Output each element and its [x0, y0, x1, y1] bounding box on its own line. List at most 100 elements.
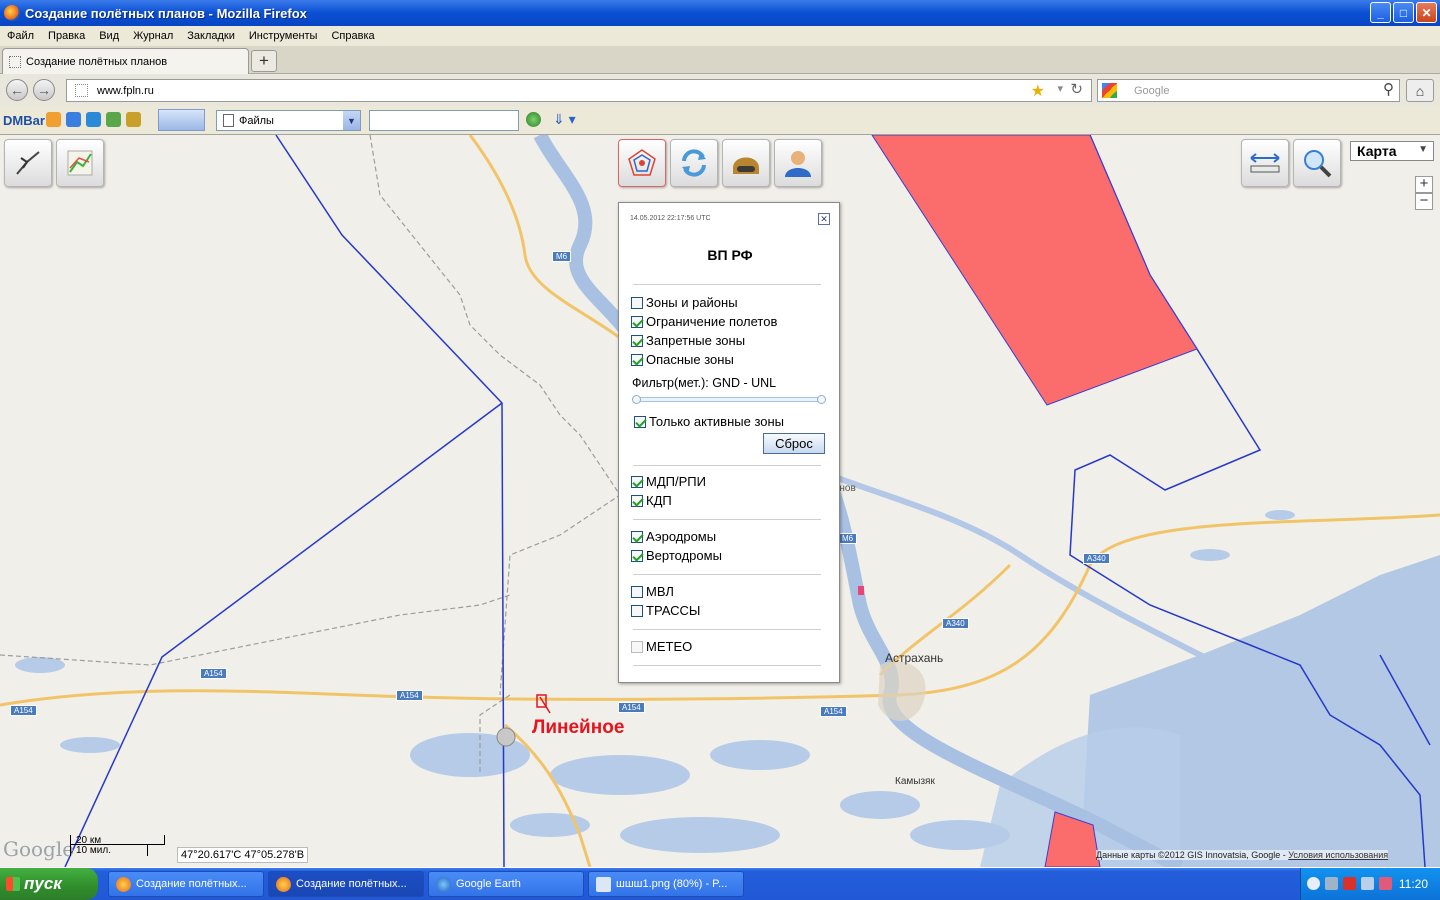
- checkbox-box[interactable]: [631, 604, 643, 617]
- pilot-helmet-button[interactable]: [722, 139, 770, 187]
- checkbox-active-only[interactable]: Только активные зоны: [634, 414, 784, 429]
- tray-expand-icon[interactable]: [1307, 877, 1320, 890]
- marker-label[interactable]: Линейное: [532, 717, 624, 739]
- dmbar-search-input[interactable]: [369, 110, 519, 131]
- checkbox-aerodromes[interactable]: Аэродромы: [631, 529, 716, 544]
- close-button[interactable]: ✕: [1416, 2, 1437, 23]
- search-icon[interactable]: ⚲: [1383, 80, 1394, 98]
- start-button[interactable]: пуск: [0, 868, 98, 900]
- divider: [633, 574, 821, 575]
- taskbar-item-firefox-2[interactable]: Создание полётных...: [268, 871, 424, 897]
- page-icon: [9, 55, 21, 68]
- window-title: Создание полётных планов - Mozilla Firef…: [25, 5, 307, 21]
- checkbox-box[interactable]: [631, 530, 643, 543]
- checkbox-box[interactable]: [631, 315, 643, 328]
- bookmark-star-icon[interactable]: ★: [1031, 81, 1045, 101]
- checkbox-label: Только активные зоны: [649, 414, 785, 429]
- tray-adobe-icon[interactable]: [1343, 877, 1356, 890]
- checkbox-box[interactable]: [631, 640, 643, 653]
- checkbox-mdp-rpi[interactable]: МДП/РПИ: [631, 474, 706, 489]
- chevron-down-icon[interactable]: ▼: [343, 111, 360, 130]
- menu-help[interactable]: Справка: [324, 30, 381, 42]
- minimize-button[interactable]: _: [1370, 2, 1391, 23]
- map-copyright: Данные карты ©2012 GIS Innovatsia, Googl…: [1096, 850, 1389, 860]
- new-tab-button[interactable]: +: [251, 50, 277, 72]
- url-bar[interactable]: www.fpln.ru ★ ▾ ↻: [66, 79, 1092, 102]
- system-tray: 11:20: [1300, 868, 1440, 900]
- terms-link[interactable]: Условия использования: [1288, 850, 1388, 860]
- checkbox-zones-regions[interactable]: Зоны и районы: [631, 295, 738, 310]
- zoom-in-button[interactable]: +: [1415, 176, 1433, 193]
- refresh-button[interactable]: [670, 139, 718, 187]
- checkbox-box[interactable]: [631, 475, 643, 488]
- tab-flight-plans[interactable]: Создание полётных планов: [2, 48, 249, 74]
- checkbox-box[interactable]: [631, 296, 643, 309]
- google-logo[interactable]: Google: [3, 837, 74, 861]
- user-profile-button[interactable]: [774, 139, 822, 187]
- taskbar-item-paint[interactable]: шшш1.png (80%) - P...: [588, 871, 744, 897]
- url-text: www.fpln.ru: [97, 84, 154, 97]
- dmbar-windows-icon[interactable]: [86, 112, 101, 127]
- zoom-out-button[interactable]: −: [1415, 193, 1433, 210]
- airspace-layers-button[interactable]: [618, 139, 666, 187]
- slider-min-handle[interactable]: [632, 395, 641, 404]
- checkbox-box[interactable]: [631, 334, 643, 347]
- dmbar-logo[interactable]: DMBar: [3, 113, 45, 128]
- forward-button[interactable]: →: [33, 79, 55, 101]
- url-history-dropdown-icon[interactable]: ▾: [1057, 82, 1063, 95]
- chevron-down-icon[interactable]: ▼: [1418, 144, 1428, 155]
- dmbar-add-icon[interactable]: [66, 112, 81, 127]
- maximize-button[interactable]: □: [1393, 2, 1414, 23]
- taskbar-item-google-earth[interactable]: Google Earth: [428, 871, 584, 897]
- altitude-filter-label: Фильтр(мет.): GND - UNL: [632, 376, 777, 390]
- map-type-value: Карта: [1357, 143, 1397, 159]
- altitude-range-slider[interactable]: [632, 395, 826, 404]
- tray-app-icon[interactable]: [1379, 877, 1392, 890]
- checkbox-prohibited-zones[interactable]: Запретные зоны: [631, 333, 745, 348]
- checkbox-routes[interactable]: ТРАССЫ: [631, 603, 700, 618]
- home-button[interactable]: ⌂: [1406, 79, 1434, 102]
- checkbox-box[interactable]: [631, 353, 643, 366]
- tray-volume-icon[interactable]: [1361, 877, 1374, 890]
- dmbar-files-select[interactable]: Файлы ▼: [216, 110, 361, 131]
- map-search-button[interactable]: [1293, 139, 1341, 187]
- measure-distance-button[interactable]: [1241, 139, 1289, 187]
- checkbox-flight-restriction[interactable]: Ограничение полетов: [631, 314, 777, 329]
- dmbar-tools-icon[interactable]: [126, 112, 141, 127]
- dmbar-tool-icon[interactable]: [46, 112, 61, 127]
- dmbar-go-icon[interactable]: [526, 112, 541, 127]
- checkbox-box[interactable]: [631, 549, 643, 562]
- checkbox-mvl[interactable]: МВЛ: [631, 584, 674, 599]
- checkbox-danger-zones[interactable]: Опасные зоны: [631, 352, 734, 367]
- reload-icon[interactable]: ↻: [1070, 80, 1083, 98]
- menu-bookmarks[interactable]: Закладки: [180, 30, 242, 42]
- map-canvas[interactable]: Карта ▼ + − M6 M6 A154 A154 A154 A154 A1…: [0, 135, 1440, 867]
- checkbox-box[interactable]: [631, 494, 643, 507]
- menu-view[interactable]: Вид: [92, 30, 126, 42]
- reset-button[interactable]: Сброс: [763, 433, 825, 454]
- back-button[interactable]: ←: [6, 79, 28, 101]
- menu-edit[interactable]: Правка: [41, 30, 92, 42]
- slider-max-handle[interactable]: [817, 395, 826, 404]
- menu-file[interactable]: Файл: [0, 30, 41, 42]
- site-identity-icon[interactable]: [75, 84, 88, 97]
- map-type-select[interactable]: Карта ▼: [1350, 141, 1434, 161]
- taskbar-item-firefox-1[interactable]: Создание полётных...: [108, 871, 264, 897]
- dmbar-globe-icon[interactable]: [106, 112, 121, 127]
- checkbox-meteo[interactable]: МЕТЕО: [631, 639, 692, 654]
- dmbar-download-icon[interactable]: ⇓ ▾: [553, 111, 576, 128]
- city-label-kamyzyak: Камызяк: [895, 776, 935, 787]
- panel-close-icon[interactable]: ✕: [818, 213, 830, 225]
- route-chart-button[interactable]: [56, 139, 104, 187]
- checkbox-heliports[interactable]: Вертодромы: [631, 548, 722, 563]
- menu-history[interactable]: Журнал: [126, 30, 180, 42]
- tray-network-icon[interactable]: [1325, 877, 1338, 890]
- menu-tools[interactable]: Инструменты: [242, 30, 325, 42]
- map-pointer-tool-button[interactable]: [4, 139, 52, 187]
- checkbox-box[interactable]: [634, 415, 646, 428]
- checkbox-kdp[interactable]: КДП: [631, 493, 672, 508]
- search-input[interactable]: Google ⚲: [1097, 79, 1400, 102]
- google-search-engine-icon[interactable]: [1102, 83, 1117, 98]
- dmbar-hand-button[interactable]: [158, 109, 205, 131]
- checkbox-box[interactable]: [631, 585, 643, 598]
